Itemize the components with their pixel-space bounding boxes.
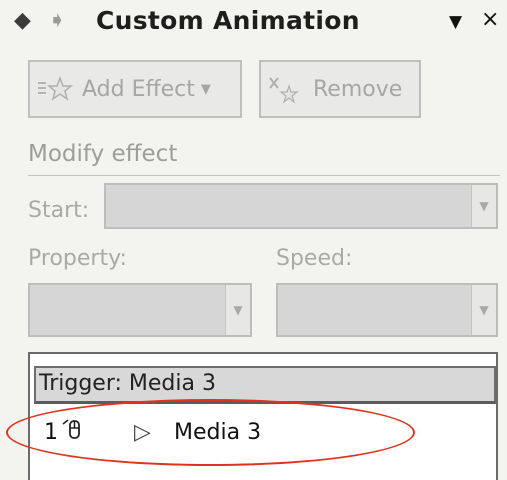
pane-options-dropdown-icon[interactable]: ▼ <box>449 7 462 37</box>
remove-button[interactable]: Remove <box>259 60 421 118</box>
property-select[interactable]: ▼ <box>28 283 252 337</box>
trigger-header[interactable]: Trigger: Media 3 <box>34 366 496 404</box>
remove-effect-icon <box>267 74 305 104</box>
chevron-down-icon[interactable]: ▼ <box>471 185 496 227</box>
speed-select[interactable]: ▼ <box>276 283 498 337</box>
start-select[interactable]: ▼ <box>104 183 498 229</box>
add-effect-button[interactable]: Add Effect ▼ <box>28 60 242 118</box>
pane-title: Custom Animation <box>96 6 360 35</box>
section-divider <box>28 175 500 176</box>
chevron-down-icon[interactable]: ▼ <box>471 285 496 335</box>
back-arrow-icon[interactable]: ◆ <box>14 6 31 36</box>
start-label: Start: <box>28 198 90 223</box>
modify-effect-heading: Modify effect <box>28 141 178 167</box>
highlight-ellipse <box>6 399 415 466</box>
forward-arrow-icon[interactable]: ➧ <box>48 6 66 36</box>
add-effect-label: Add Effect <box>82 76 195 102</box>
add-effect-star-icon <box>36 74 74 104</box>
remove-label: Remove <box>313 76 403 102</box>
chevron-down-icon[interactable]: ▼ <box>225 285 250 335</box>
close-icon[interactable]: × <box>481 5 499 35</box>
property-label: Property: <box>28 246 127 271</box>
speed-label: Speed: <box>276 246 353 271</box>
chevron-down-icon: ▼ <box>200 81 211 97</box>
